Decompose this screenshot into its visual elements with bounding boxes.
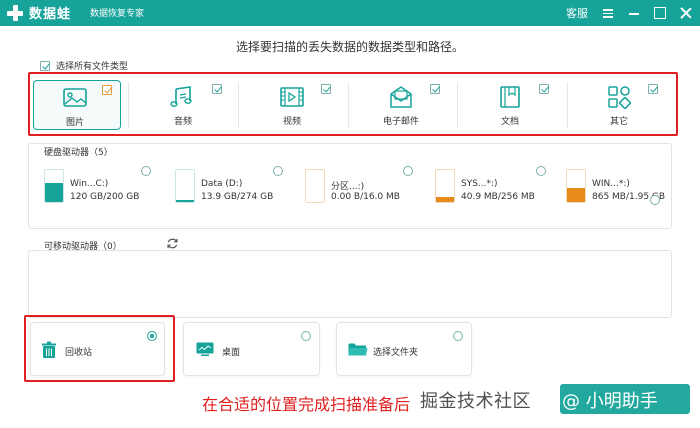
hard-drive-title: 硬盘驱动器（5） (44, 148, 113, 158)
file-type-email[interactable]: 电子邮件 (360, 80, 448, 130)
drive-name: Win...C:) (70, 179, 109, 189)
drive-item[interactable]: SYS...*:) 40.9 MB/256 MB (435, 165, 550, 207)
app-subtitle: 数据恢复专家 (90, 9, 145, 19)
location-label: 桌面 (222, 348, 241, 358)
drive-name: WIN...*:) (592, 179, 630, 189)
app-name: 数据蛙 (29, 7, 72, 22)
drive-radio[interactable] (273, 166, 283, 176)
file-type-image[interactable]: 图片 (33, 80, 121, 130)
location-radio[interactable] (453, 331, 463, 341)
music-icon (170, 86, 192, 107)
file-type-label: 电子邮件 (382, 117, 419, 127)
menu-icon[interactable] (602, 7, 614, 19)
image-icon (63, 88, 87, 107)
file-type-checkbox[interactable] (430, 84, 440, 94)
drive-radio[interactable] (403, 166, 413, 176)
email-icon (390, 86, 412, 108)
drive-radio[interactable] (536, 166, 546, 176)
file-type-checkbox[interactable] (102, 85, 112, 95)
select-all-checkbox[interactable]: 选择所有文件类型 (40, 59, 128, 72)
location-radio[interactable] (301, 331, 311, 341)
drive-icon (435, 169, 455, 203)
document-icon (500, 86, 520, 108)
page-heading: 选择要扫描的丢失数据的数据类型和路径。 (235, 40, 464, 54)
instruction-text: 在合适的位置完成扫描准备后 (202, 395, 411, 414)
drive-name: Data (D:) (201, 179, 243, 189)
file-type-label: 图片 (65, 118, 84, 128)
file-type-document[interactable]: 文档 (469, 80, 557, 130)
file-type-checkbox[interactable] (648, 84, 658, 94)
location-desktop[interactable]: 桌面 (183, 322, 320, 376)
drive-name: SYS...*:) (461, 179, 498, 189)
customer-service-link[interactable]: 客服 (566, 5, 588, 21)
folder-icon (348, 343, 368, 356)
file-type-label: 音频 (173, 117, 192, 127)
file-type-audio[interactable]: 音频 (142, 80, 230, 130)
drive-name: 分区...:) (331, 182, 365, 192)
desktop-icon (196, 342, 214, 356)
file-type-checkbox[interactable] (539, 84, 549, 94)
file-type-video[interactable]: 视频 (251, 80, 339, 130)
checkbox-icon[interactable] (40, 60, 50, 71)
video-icon (280, 87, 304, 107)
file-type-label: 文档 (500, 117, 519, 127)
drive-size: 120 GB/200 GB (70, 192, 140, 202)
location-select-folder[interactable]: 选择文件夹 (336, 322, 472, 376)
maximize-icon[interactable] (654, 7, 666, 19)
app-logo: 数据蛙 (6, 3, 71, 22)
drive-icon (566, 169, 586, 203)
plus-logo-icon (6, 4, 24, 22)
drive-usage-fill (45, 182, 63, 202)
drive-size: 40.9 MB/256 MB (461, 192, 535, 202)
drive-icon (175, 169, 195, 203)
file-type-label: 视频 (282, 117, 301, 127)
watermark-text: 掘金技术社区 (420, 391, 531, 412)
removable-drive-panel (28, 250, 672, 318)
drive-usage-fill (567, 187, 585, 202)
location-label: 选择文件夹 (373, 348, 419, 358)
drive-usage-fill (176, 200, 194, 202)
other-icon (608, 86, 631, 109)
file-type-label: 其它 (609, 117, 628, 127)
drive-icon (44, 169, 64, 203)
drive-size: 13.9 GB/274 GB (201, 192, 274, 202)
file-type-checkbox[interactable] (212, 84, 222, 94)
file-type-other[interactable]: 其它 (578, 80, 666, 130)
drive-icon (305, 169, 325, 203)
title-bar: 数据蛙 数据恢复专家 客服 (0, 0, 700, 26)
select-all-label: 选择所有文件类型 (56, 62, 129, 72)
drive-radio[interactable] (141, 166, 151, 176)
recycle-bin-highlight (24, 315, 175, 382)
file-type-checkbox[interactable] (321, 84, 331, 94)
close-icon[interactable] (680, 7, 692, 19)
drive-usage-fill (436, 196, 454, 202)
watermark-handle: @ 小明助手 (562, 391, 658, 412)
drive-radio[interactable] (650, 195, 660, 205)
drive-size: 0.00 B/16.0 MB (331, 192, 400, 202)
minimize-icon[interactable] (628, 7, 640, 19)
refresh-icon[interactable] (166, 237, 179, 250)
